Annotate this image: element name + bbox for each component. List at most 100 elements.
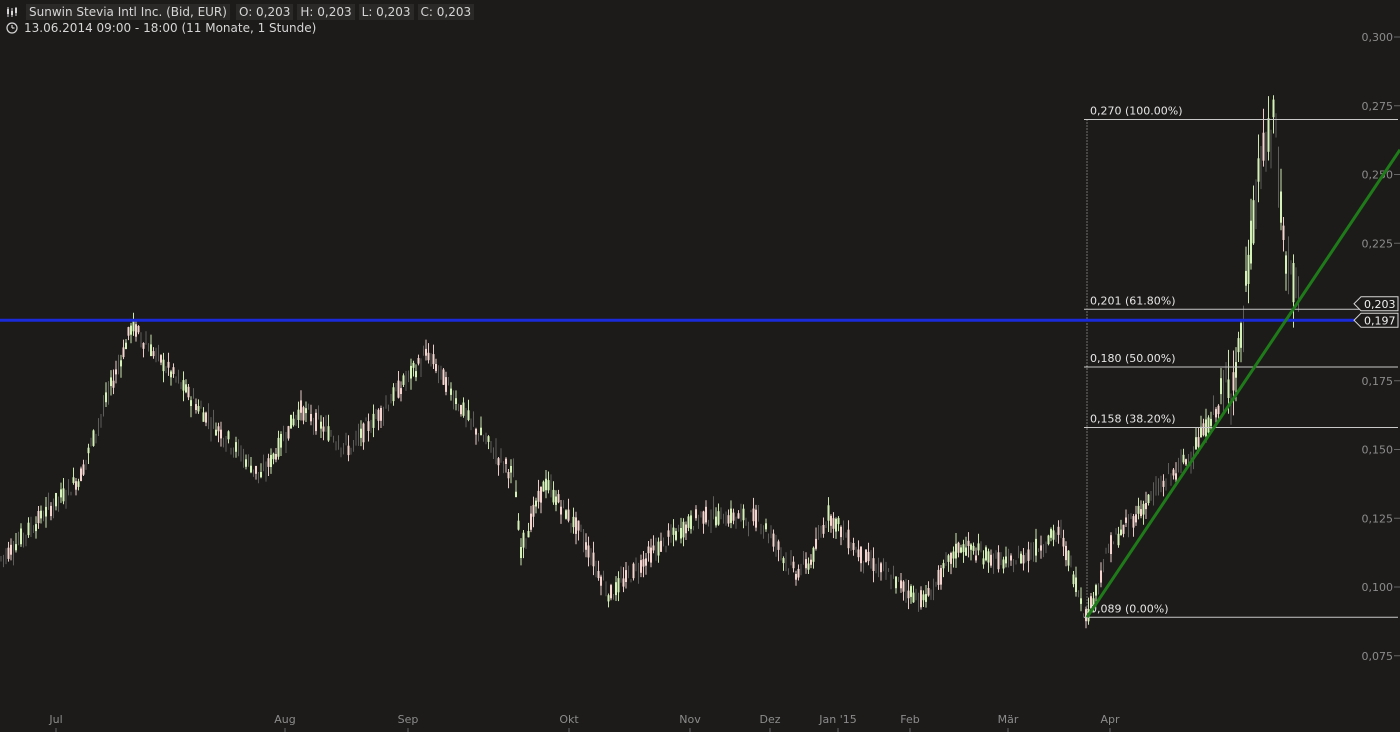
candle-body <box>1010 555 1012 561</box>
candle-body <box>347 445 350 456</box>
candle-body <box>795 574 797 580</box>
candle-body <box>925 594 927 602</box>
fib-level-label: 0,158 (38.20%) <box>1090 413 1176 426</box>
candle-body <box>287 426 290 439</box>
candle-body <box>997 552 1000 570</box>
candle-body <box>1262 132 1265 161</box>
last-price-label: 0,203 <box>1364 298 1396 311</box>
candle-body <box>937 569 940 585</box>
candle-body <box>292 418 295 426</box>
candle-body <box>1240 323 1242 348</box>
candle-body <box>1120 529 1122 536</box>
candle-body <box>275 454 277 460</box>
candle-body <box>227 431 230 440</box>
candle-body <box>1200 426 1202 438</box>
candle-body <box>812 547 815 562</box>
candle-body <box>650 547 652 563</box>
candle-body <box>985 547 987 561</box>
candle-body <box>327 426 330 441</box>
candle-body <box>577 520 580 531</box>
candle-body <box>1027 549 1030 561</box>
candle-body <box>860 546 862 564</box>
candle-body <box>137 326 140 333</box>
candle-body <box>217 426 220 432</box>
candle-body <box>822 525 825 534</box>
candle-body <box>742 508 745 521</box>
candle-body <box>660 540 662 552</box>
y-tick-label: 0,100 <box>1362 581 1394 594</box>
candle-body <box>142 343 145 349</box>
candle-body <box>565 510 567 519</box>
candle-body <box>940 568 942 585</box>
x-tick-label: Nov <box>679 713 701 726</box>
candle-body <box>1020 553 1022 564</box>
candle-body <box>1237 338 1240 353</box>
candle-body <box>690 515 692 530</box>
candle-body <box>120 360 122 367</box>
candle-body <box>617 578 620 593</box>
candle-body <box>270 455 272 467</box>
candle-body <box>195 404 197 410</box>
candle-body <box>190 400 192 406</box>
candle-body <box>45 506 47 517</box>
candle-body <box>415 371 417 378</box>
candle-body <box>942 563 945 569</box>
candle-body <box>310 414 312 422</box>
candle-body <box>685 524 687 534</box>
candle-body <box>947 555 950 562</box>
x-tick-label: Okt <box>559 713 579 726</box>
candle-body <box>982 558 985 565</box>
candle-body <box>450 388 452 395</box>
candle-body <box>872 558 875 571</box>
candle-body <box>765 523 767 530</box>
candle-body <box>777 541 780 550</box>
candle-body <box>772 533 775 547</box>
candle-body <box>1215 409 1217 418</box>
candle-body <box>560 506 562 515</box>
candle-body <box>567 509 570 521</box>
candle-body <box>460 405 462 415</box>
candle-body <box>1117 533 1120 546</box>
candle-body <box>1280 191 1282 223</box>
candle-body <box>92 430 95 446</box>
candle-body <box>585 542 587 550</box>
candle-body <box>1257 158 1260 182</box>
x-tick-label: Mär <box>998 713 1019 726</box>
candle-body <box>545 478 547 491</box>
candle-body <box>727 515 730 524</box>
candle-body <box>125 342 127 349</box>
candle-body <box>587 545 590 558</box>
price-chart[interactable]: Jul Aug Sep Okt Nov Dez Jan '15 Feb Mär Apr 0,300 0… <box>0 0 1400 732</box>
candle-body <box>445 377 447 392</box>
candle-body <box>122 347 125 358</box>
candle-body <box>675 531 677 540</box>
candle-body <box>837 518 840 525</box>
candle-body <box>705 506 707 523</box>
candle-body <box>130 325 132 335</box>
candle-body <box>642 559 645 567</box>
candle-body <box>150 344 152 356</box>
candle-body <box>315 412 317 432</box>
candle-body <box>27 522 30 536</box>
candle-body <box>152 351 155 357</box>
candle-body <box>1197 437 1200 447</box>
candle-body <box>632 563 635 579</box>
candle-body <box>597 571 600 579</box>
candle-body <box>77 481 80 487</box>
x-tick-label: Feb <box>900 713 919 726</box>
candle-body <box>830 515 832 526</box>
candle-body <box>797 568 800 578</box>
candle-body <box>1075 577 1077 592</box>
candle-body <box>1022 555 1025 564</box>
candle-body <box>732 512 735 521</box>
candle-body <box>455 398 457 404</box>
candle-body <box>10 544 12 555</box>
candle-body <box>277 437 280 457</box>
candle-body <box>305 408 307 414</box>
candle-body <box>852 543 855 550</box>
candle-body <box>380 408 382 421</box>
candle-body <box>522 532 525 548</box>
candle-body <box>657 541 660 556</box>
candle-body <box>377 409 380 421</box>
candle-body <box>112 380 115 388</box>
